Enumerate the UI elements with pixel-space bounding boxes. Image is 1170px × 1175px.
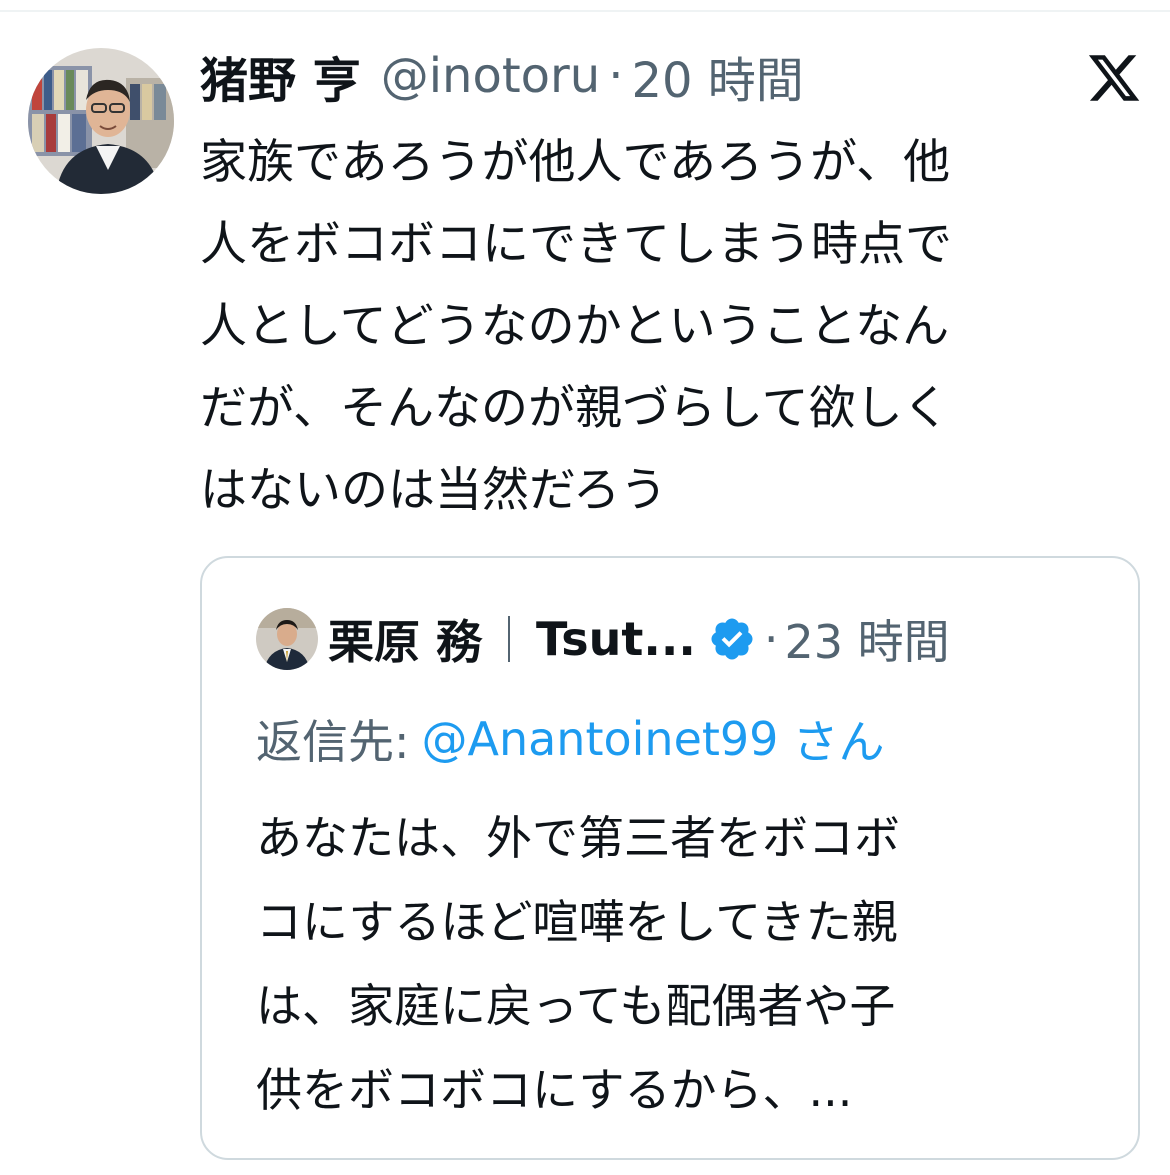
verified-badge-icon — [708, 615, 756, 663]
quoted-tweet-card[interactable]: 栗原 務 Tsut... · 23 時間 返信先: @Anantoinet99 … — [200, 556, 1140, 1160]
tweet-text-line: はないのは当然だろう — [200, 463, 668, 518]
header-separator: · — [608, 48, 624, 104]
x-logo-icon[interactable] — [1086, 50, 1142, 106]
tweet-timestamp[interactable]: 20 時間 — [631, 41, 803, 111]
tweet-text: 家族であろうが他人であろうが、他 人をボコボコにできてしまう時点で 人としてどう… — [200, 122, 1150, 532]
quoted-text-line: は、家庭に戻っても配偶者や子 — [256, 979, 896, 1033]
quoted-author-avatar[interactable] — [256, 608, 318, 670]
quoted-text-line: コにするほど喧嘩をしてきた親 — [256, 895, 898, 949]
tweet-text-line: 人としてどうなのかということなん — [200, 299, 950, 354]
author-avatar[interactable] — [28, 48, 174, 194]
reply-label: 返信先: — [256, 715, 410, 769]
top-divider — [0, 10, 1170, 12]
quoted-author-name[interactable]: 栗原 務 — [328, 606, 482, 672]
tweet-text-line: 人をボコボコにできてしまう時点で — [200, 217, 952, 272]
quoted-text-line: 供をボコボコにするから、... — [256, 1063, 853, 1117]
quoted-tweet-text: あなたは、外で第三者をボコボ コにするほど喧嘩をしてきた親 は、家庭に戻っても配… — [256, 796, 1106, 1132]
quoted-tweet-header: 栗原 務 Tsut... · 23 時間 — [328, 604, 950, 674]
reply-handle-link[interactable]: @Anantoinet99 — [422, 712, 779, 766]
reply-honorific: さん — [792, 715, 885, 769]
tweet-text-line: 家族であろうが他人であろうが、他 — [200, 135, 951, 190]
quoted-tweet-timestamp[interactable]: 23 時間 — [784, 606, 949, 672]
tweet-header: 猪野 亨 @inotoru · 20 時間 — [200, 40, 804, 112]
quoted-author-name-truncated[interactable]: Tsut... — [536, 612, 696, 666]
name-divider — [508, 616, 511, 662]
reply-context: 返信先: @Anantoinet99 さん — [256, 704, 884, 774]
author-name[interactable]: 猪野 亨 — [200, 41, 361, 111]
quoted-header-separator: · — [763, 612, 779, 666]
tweet-text-line: だが、そんなのが親づらして欲しく — [200, 381, 950, 436]
quoted-text-line: あなたは、外で第三者をボコボ — [256, 811, 900, 865]
author-handle[interactable]: @inotoru — [381, 48, 600, 104]
